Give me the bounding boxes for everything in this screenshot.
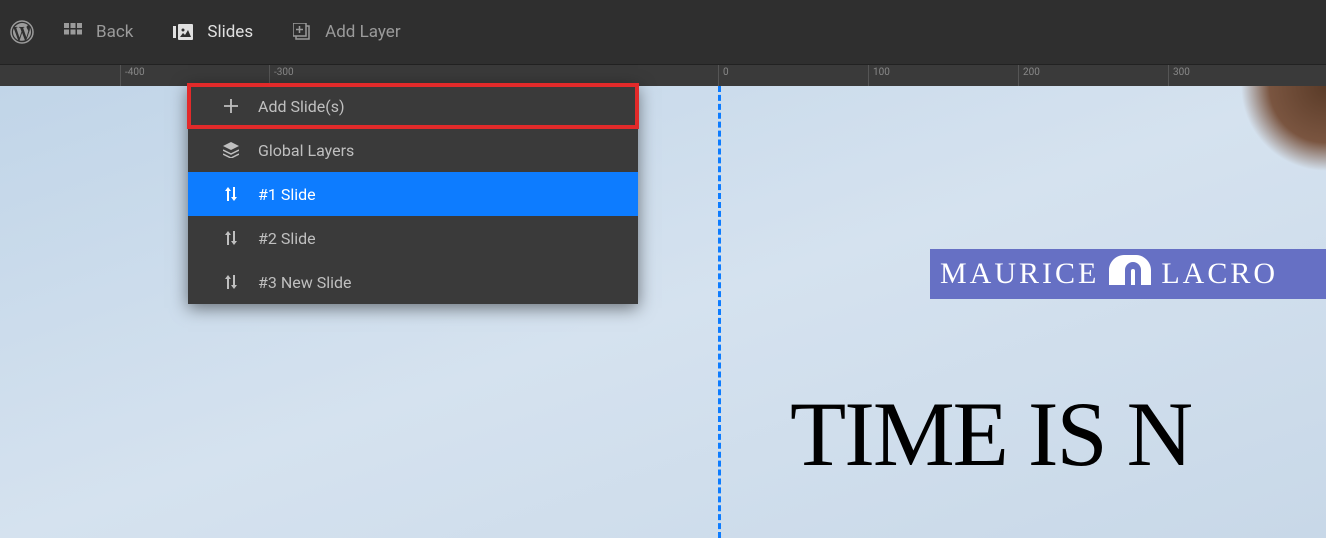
slide-headline-text[interactable]: TIME IS N: [790, 381, 1191, 487]
horizontal-ruler: -400 -300 0 100 200 300: [0, 65, 1326, 86]
ruler-mark: 200: [1018, 65, 1040, 86]
add-layer-button[interactable]: Add Layer: [273, 0, 420, 64]
ruler-mark: 0: [718, 65, 729, 86]
logo-text-right: LACRO: [1161, 257, 1278, 291]
wordpress-logo-icon[interactable]: [10, 20, 34, 44]
slide-3-menu-item[interactable]: #3 New Slide: [188, 260, 638, 304]
logo-text-left: MAURICE: [940, 257, 1099, 291]
menu-label: Add Slide(s): [258, 97, 345, 116]
menu-label: #2 Slide: [258, 229, 316, 248]
slides-icon: [173, 24, 193, 40]
slides-button[interactable]: Slides: [153, 0, 273, 64]
global-layers-menu-item[interactable]: Global Layers: [188, 128, 638, 172]
reorder-icon: [222, 231, 240, 245]
logo-arch-icon: [1109, 255, 1151, 293]
menu-label: Global Layers: [258, 141, 354, 160]
back-button[interactable]: Back: [44, 0, 153, 64]
layers-icon: [222, 142, 240, 158]
slide-2-menu-item[interactable]: #2 Slide: [188, 216, 638, 260]
slide-background-image: [1226, 86, 1326, 186]
ruler-mark: -300: [269, 65, 294, 86]
back-label: Back: [96, 22, 133, 42]
add-layer-icon: [293, 23, 311, 41]
add-layer-label: Add Layer: [325, 22, 400, 42]
slides-label: Slides: [207, 22, 253, 42]
add-slides-menu-item[interactable]: Add Slide(s): [188, 84, 638, 128]
ruler-mark: 100: [868, 65, 890, 86]
ruler-mark: -400: [120, 65, 145, 86]
slide-1-menu-item[interactable]: #1 Slide: [188, 172, 638, 216]
menu-label: #3 New Slide: [258, 273, 352, 292]
reorder-icon: [222, 275, 240, 289]
ruler-mark: 300: [1168, 65, 1190, 86]
plus-icon: [222, 99, 240, 113]
slides-dropdown: Add Slide(s) Global Layers #1 Slide #2 S…: [188, 84, 638, 304]
center-guide-line: [718, 86, 721, 538]
slide-logo-text[interactable]: MAURICE LACRO: [930, 249, 1326, 299]
reorder-icon: [222, 187, 240, 201]
grid-icon: [64, 23, 82, 41]
top-toolbar: Back Slides Add Layer: [0, 0, 1326, 65]
menu-label: #1 Slide: [258, 185, 316, 204]
